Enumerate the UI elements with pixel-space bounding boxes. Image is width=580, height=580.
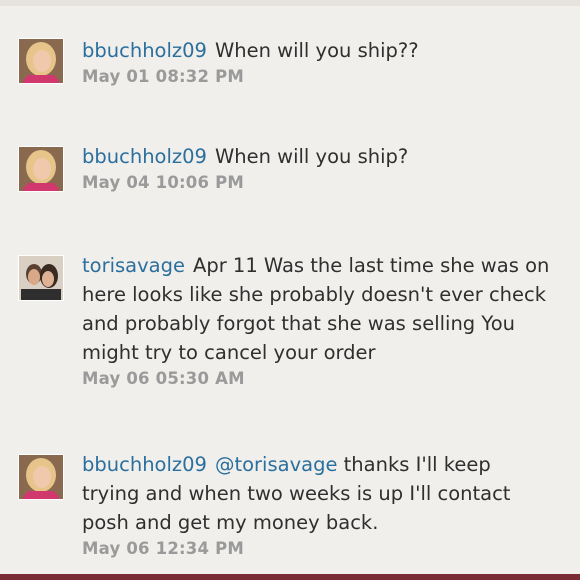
comment-message: When will you ship? xyxy=(214,145,409,168)
user-avatar[interactable] xyxy=(18,255,64,301)
user-avatar-blonde-icon xyxy=(19,147,63,191)
user-avatar[interactable] xyxy=(18,38,64,84)
comment-body: bbuchholz09 When will you ship?? May 01 0… xyxy=(82,36,552,88)
comment-timestamp: May 01 08:32 PM xyxy=(82,67,245,86)
comment-body: torisavage Apr 11 Was the last time she w… xyxy=(82,251,552,390)
user-avatar-blonde-icon xyxy=(19,39,63,83)
comment-username[interactable]: bbuchholz09 xyxy=(82,453,207,476)
comment-message: When will you ship?? xyxy=(214,39,419,62)
comment-text: bbuchholz09 @torisavage thanks I'll keep … xyxy=(82,450,552,537)
user-avatar-blonde-icon xyxy=(19,455,63,499)
footer-bar xyxy=(0,574,580,580)
comment-username[interactable]: bbuchholz09 xyxy=(82,39,207,62)
comment-mention[interactable]: @torisavage xyxy=(215,453,337,476)
comment-text: torisavage Apr 11 Was the last time she w… xyxy=(82,251,552,367)
comment-timestamp: May 06 05:30 AM xyxy=(82,369,245,388)
user-avatar[interactable] xyxy=(18,146,64,192)
comment-timestamp: May 06 12:34 PM xyxy=(82,539,245,558)
comment-username[interactable]: bbuchholz09 xyxy=(82,145,207,168)
comment-timestamp: May 04 10:06 PM xyxy=(82,173,245,192)
comment-body: bbuchholz09 When will you ship? May 04 10… xyxy=(82,142,552,194)
comment-text: bbuchholz09 When will you ship?? xyxy=(82,36,552,65)
comment-username[interactable]: torisavage xyxy=(82,254,185,277)
comment-text: bbuchholz09 When will you ship? xyxy=(82,142,552,171)
comment-body: bbuchholz09 @torisavage thanks I'll keep … xyxy=(82,450,552,560)
user-avatar[interactable] xyxy=(18,454,64,500)
user-avatar-couple-icon xyxy=(19,256,63,300)
top-divider xyxy=(0,0,580,6)
